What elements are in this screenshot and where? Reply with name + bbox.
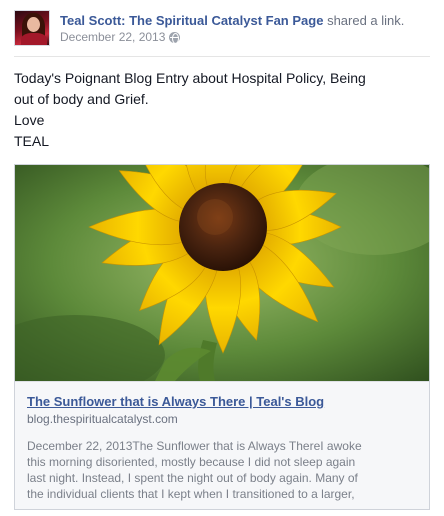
- message-line: out of body and Grief.: [14, 91, 149, 107]
- description-line: this morning disoriented, mostly because…: [27, 455, 356, 469]
- globe-icon[interactable]: [169, 31, 181, 44]
- link-domain: blog.thespiritualcatalyst.com: [27, 412, 178, 426]
- message-line: Love: [14, 112, 45, 128]
- link-description: December 22, 2013The Sunflower that is A…: [27, 438, 417, 502]
- feed-post: Teal Scott: The Spiritual Catalyst Fan P…: [0, 0, 444, 516]
- page-avatar[interactable]: [14, 10, 50, 46]
- post-action-text: shared a link.: [327, 13, 405, 28]
- post-header: Teal Scott: The Spiritual Catalyst Fan P…: [14, 10, 430, 50]
- sunflower-illustration: [15, 165, 429, 381]
- message-line: TEAL: [14, 133, 50, 149]
- description-line: December 22, 2013The Sunflower that is A…: [27, 439, 362, 453]
- link-attachment[interactable]: The Sunflower that is Always There | Tea…: [14, 164, 430, 510]
- description-line: the individual clients that I kept when …: [27, 487, 355, 501]
- link-preview-text[interactable]: The Sunflower that is Always There | Tea…: [15, 381, 429, 509]
- message-line: Today's Poignant Blog Entry about Hospit…: [14, 70, 366, 86]
- header-divider: [14, 56, 430, 57]
- description-line: last night. Instead, I spent the night o…: [27, 471, 358, 485]
- link-title[interactable]: The Sunflower that is Always There | Tea…: [27, 394, 417, 410]
- post-message: Today's Poignant Blog Entry about Hospit…: [14, 68, 430, 152]
- post-date[interactable]: December 22, 2013: [60, 29, 165, 45]
- sunflower-image[interactable]: [15, 165, 429, 381]
- author-line: Teal Scott: The Spiritual Catalyst Fan P…: [60, 13, 430, 29]
- post-meta: Teal Scott: The Spiritual Catalyst Fan P…: [60, 13, 430, 45]
- timestamp-line: December 22, 2013: [60, 29, 430, 45]
- page-name-link[interactable]: Teal Scott: The Spiritual Catalyst Fan P…: [60, 13, 323, 28]
